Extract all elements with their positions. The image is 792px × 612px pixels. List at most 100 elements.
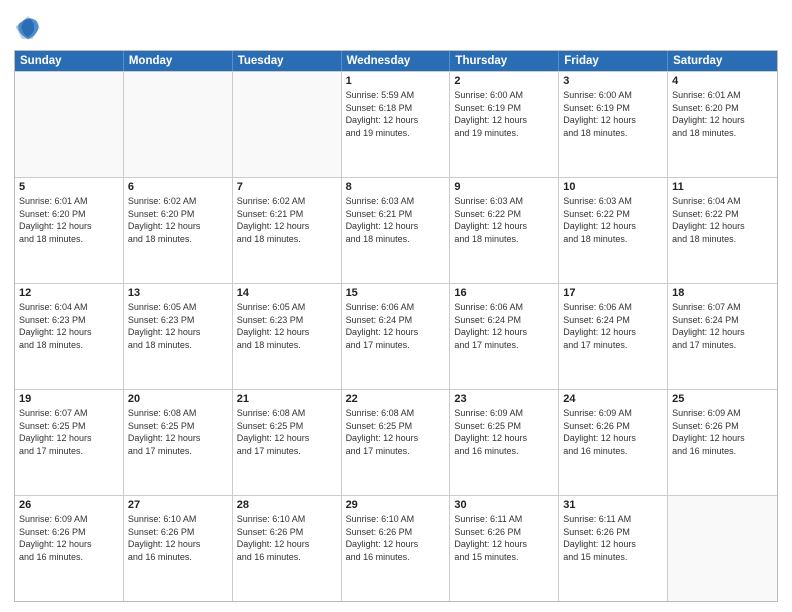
calendar-cell: 15 Sunrise: 6:06 AM Sunset: 6:24 PM Dayli… xyxy=(342,284,451,389)
day-info: Sunrise: 6:08 AM Sunset: 6:25 PM Dayligh… xyxy=(346,407,446,457)
day-number: 21 xyxy=(237,393,337,405)
calendar-cell xyxy=(15,72,124,177)
day-number: 6 xyxy=(128,181,228,193)
day-info: Sunrise: 6:02 AM Sunset: 6:20 PM Dayligh… xyxy=(128,195,228,245)
calendar-cell: 25 Sunrise: 6:09 AM Sunset: 6:26 PM Dayli… xyxy=(668,390,777,495)
day-info: Sunrise: 6:02 AM Sunset: 6:21 PM Dayligh… xyxy=(237,195,337,245)
day-info: Sunrise: 6:05 AM Sunset: 6:23 PM Dayligh… xyxy=(237,301,337,351)
calendar-cell: 6 Sunrise: 6:02 AM Sunset: 6:20 PM Daylig… xyxy=(124,178,233,283)
day-number: 8 xyxy=(346,181,446,193)
day-number: 10 xyxy=(563,181,663,193)
calendar-cell: 21Sunrise: 6:08 AM Sunset: 6:25 PM Dayli… xyxy=(233,390,342,495)
day-info: Sunrise: 6:10 AM Sunset: 6:26 PM Dayligh… xyxy=(346,513,446,563)
calendar-cell: 13Sunrise: 6:05 AM Sunset: 6:23 PM Dayli… xyxy=(124,284,233,389)
day-info: Sunrise: 6:00 AM Sunset: 6:19 PM Dayligh… xyxy=(454,89,554,139)
calendar-cell: 4Sunrise: 6:01 AM Sunset: 6:20 PM Daylig… xyxy=(668,72,777,177)
day-number: 4 xyxy=(672,75,773,87)
day-info: Sunrise: 6:11 AM Sunset: 6:26 PM Dayligh… xyxy=(454,513,554,563)
calendar-cell: 20 Sunrise: 6:08 AM Sunset: 6:25 PM Dayli… xyxy=(124,390,233,495)
day-number: 25 xyxy=(672,393,773,405)
day-info: Sunrise: 6:07 AM Sunset: 6:25 PM Dayligh… xyxy=(19,407,119,457)
calendar-cell: 16Sunrise: 6:06 AM Sunset: 6:24 PM Dayli… xyxy=(450,284,559,389)
day-number: 18 xyxy=(672,287,773,299)
day-number: 27 xyxy=(128,499,228,511)
day-info: Sunrise: 6:04 AM Sunset: 6:23 PM Dayligh… xyxy=(19,301,119,351)
day-number: 31 xyxy=(563,499,663,511)
day-number: 11 xyxy=(672,181,773,193)
calendar-cell: 14 Sunrise: 6:05 AM Sunset: 6:23 PM Dayli… xyxy=(233,284,342,389)
day-info: Sunrise: 6:08 AM Sunset: 6:25 PM Dayligh… xyxy=(128,407,228,457)
logo-icon xyxy=(14,14,42,42)
calendar-cell: 26 Sunrise: 6:09 AM Sunset: 6:26 PM Dayli… xyxy=(15,496,124,601)
header xyxy=(14,10,778,42)
day-number: 2 xyxy=(454,75,554,87)
day-number: 12 xyxy=(19,287,119,299)
calendar-cell: 5 Sunrise: 6:01 AM Sunset: 6:20 PM Daylig… xyxy=(15,178,124,283)
day-number: 7 xyxy=(237,181,337,193)
calendar-cell: 12 Sunrise: 6:04 AM Sunset: 6:23 PM Dayli… xyxy=(15,284,124,389)
day-number: 19 xyxy=(19,393,119,405)
calendar-cell xyxy=(124,72,233,177)
calendar-cell: 27 Sunrise: 6:10 AM Sunset: 6:26 PM Dayli… xyxy=(124,496,233,601)
day-info: Sunrise: 5:59 AM Sunset: 6:18 PM Dayligh… xyxy=(346,89,446,139)
day-number: 20 xyxy=(128,393,228,405)
calendar-body: 1 Sunrise: 5:59 AM Sunset: 6:18 PM Daylig… xyxy=(15,71,777,601)
day-number: 29 xyxy=(346,499,446,511)
day-info: Sunrise: 6:10 AM Sunset: 6:26 PM Dayligh… xyxy=(128,513,228,563)
calendar-header-cell: Friday xyxy=(559,51,668,71)
day-number: 16 xyxy=(454,287,554,299)
day-info: Sunrise: 6:11 AM Sunset: 6:26 PM Dayligh… xyxy=(563,513,663,563)
calendar-cell: 9 Sunrise: 6:03 AM Sunset: 6:22 PM Daylig… xyxy=(450,178,559,283)
calendar: SundayMondayTuesdayWednesdayThursdayFrid… xyxy=(14,50,778,602)
calendar-cell: 30 Sunrise: 6:11 AM Sunset: 6:26 PM Dayli… xyxy=(450,496,559,601)
calendar-cell: 28Sunrise: 6:10 AM Sunset: 6:26 PM Dayli… xyxy=(233,496,342,601)
calendar-header-cell: Monday xyxy=(124,51,233,71)
day-info: Sunrise: 6:01 AM Sunset: 6:20 PM Dayligh… xyxy=(19,195,119,245)
calendar-cell: 1 Sunrise: 5:59 AM Sunset: 6:18 PM Daylig… xyxy=(342,72,451,177)
calendar-cell: 8 Sunrise: 6:03 AM Sunset: 6:21 PM Daylig… xyxy=(342,178,451,283)
calendar-cell: 18 Sunrise: 6:07 AM Sunset: 6:24 PM Dayli… xyxy=(668,284,777,389)
calendar-header-cell: Saturday xyxy=(668,51,777,71)
day-info: Sunrise: 6:09 AM Sunset: 6:26 PM Dayligh… xyxy=(563,407,663,457)
calendar-week: 5 Sunrise: 6:01 AM Sunset: 6:20 PM Daylig… xyxy=(15,177,777,283)
calendar-cell: 19 Sunrise: 6:07 AM Sunset: 6:25 PM Dayli… xyxy=(15,390,124,495)
day-info: Sunrise: 6:03 AM Sunset: 6:22 PM Dayligh… xyxy=(454,195,554,245)
calendar-cell: 3 Sunrise: 6:00 AM Sunset: 6:19 PM Daylig… xyxy=(559,72,668,177)
day-number: 28 xyxy=(237,499,337,511)
day-info: Sunrise: 6:09 AM Sunset: 6:26 PM Dayligh… xyxy=(672,407,773,457)
day-number: 3 xyxy=(563,75,663,87)
calendar-cell: 11Sunrise: 6:04 AM Sunset: 6:22 PM Dayli… xyxy=(668,178,777,283)
calendar-cell: 17Sunrise: 6:06 AM Sunset: 6:24 PM Dayli… xyxy=(559,284,668,389)
day-number: 1 xyxy=(346,75,446,87)
calendar-header-cell: Sunday xyxy=(15,51,124,71)
calendar-cell xyxy=(233,72,342,177)
day-number: 5 xyxy=(19,181,119,193)
page: SundayMondayTuesdayWednesdayThursdayFrid… xyxy=(0,0,792,612)
day-number: 15 xyxy=(346,287,446,299)
day-number: 17 xyxy=(563,287,663,299)
day-number: 23 xyxy=(454,393,554,405)
calendar-cell: 23 Sunrise: 6:09 AM Sunset: 6:25 PM Dayli… xyxy=(450,390,559,495)
logo xyxy=(14,14,44,42)
day-info: Sunrise: 6:03 AM Sunset: 6:22 PM Dayligh… xyxy=(563,195,663,245)
day-number: 14 xyxy=(237,287,337,299)
day-info: Sunrise: 6:07 AM Sunset: 6:24 PM Dayligh… xyxy=(672,301,773,351)
calendar-week: 12 Sunrise: 6:04 AM Sunset: 6:23 PM Dayli… xyxy=(15,283,777,389)
day-info: Sunrise: 6:03 AM Sunset: 6:21 PM Dayligh… xyxy=(346,195,446,245)
day-number: 26 xyxy=(19,499,119,511)
day-number: 9 xyxy=(454,181,554,193)
day-number: 13 xyxy=(128,287,228,299)
day-number: 22 xyxy=(346,393,446,405)
calendar-header: SundayMondayTuesdayWednesdayThursdayFrid… xyxy=(15,51,777,71)
calendar-week: 1 Sunrise: 5:59 AM Sunset: 6:18 PM Daylig… xyxy=(15,71,777,177)
calendar-week: 26 Sunrise: 6:09 AM Sunset: 6:26 PM Dayli… xyxy=(15,495,777,601)
day-info: Sunrise: 6:09 AM Sunset: 6:26 PM Dayligh… xyxy=(19,513,119,563)
calendar-cell: 31 Sunrise: 6:11 AM Sunset: 6:26 PM Dayli… xyxy=(559,496,668,601)
calendar-cell: 22 Sunrise: 6:08 AM Sunset: 6:25 PM Dayli… xyxy=(342,390,451,495)
day-number: 30 xyxy=(454,499,554,511)
day-info: Sunrise: 6:00 AM Sunset: 6:19 PM Dayligh… xyxy=(563,89,663,139)
calendar-header-cell: Wednesday xyxy=(342,51,451,71)
day-info: Sunrise: 6:09 AM Sunset: 6:25 PM Dayligh… xyxy=(454,407,554,457)
day-info: Sunrise: 6:06 AM Sunset: 6:24 PM Dayligh… xyxy=(346,301,446,351)
calendar-cell: 7 Sunrise: 6:02 AM Sunset: 6:21 PM Daylig… xyxy=(233,178,342,283)
